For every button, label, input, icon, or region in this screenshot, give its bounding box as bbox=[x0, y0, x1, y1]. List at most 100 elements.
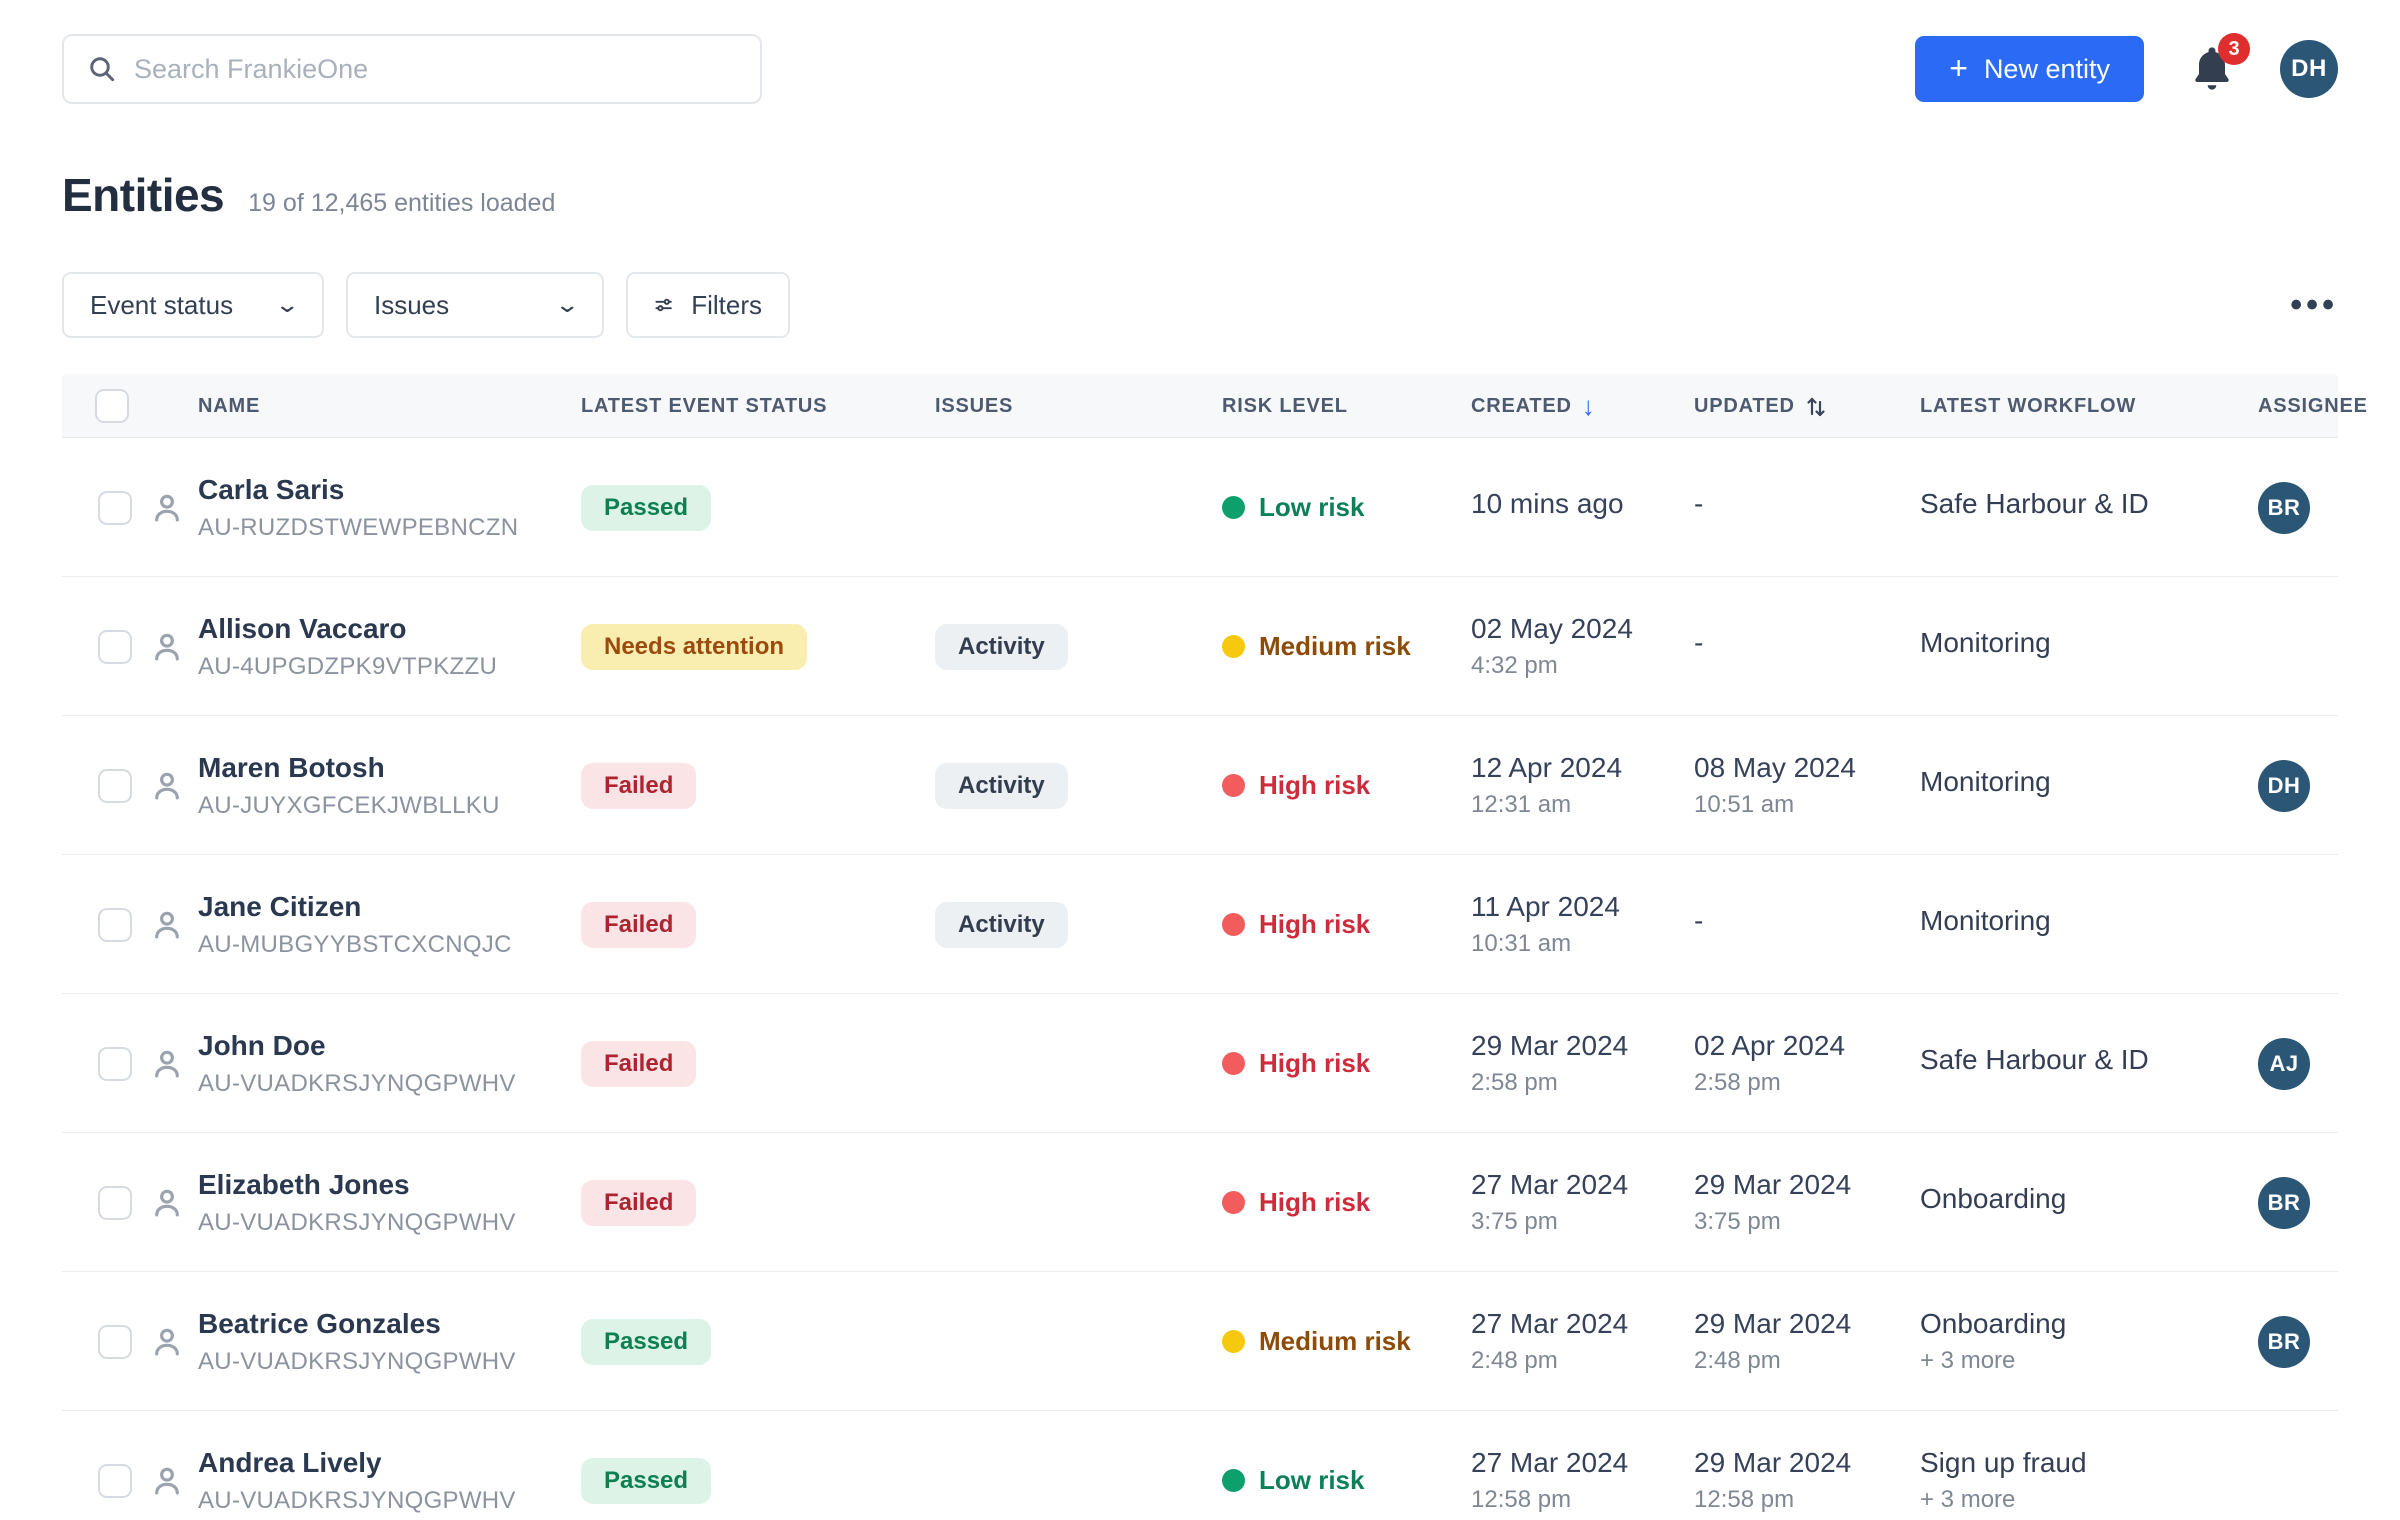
entity-name[interactable]: Jane Citizen bbox=[198, 891, 512, 923]
sort-both-icon[interactable] bbox=[1805, 394, 1827, 418]
risk-dot-icon bbox=[1222, 774, 1245, 797]
table-row[interactable]: Allison Vaccaro AU-4UPGDZPK9VTPKZZU Need… bbox=[62, 577, 2338, 716]
assignee-avatar[interactable]: BR bbox=[2258, 482, 2310, 534]
event-status-dropdown[interactable]: Event status ⌄ bbox=[62, 272, 324, 338]
created-date: 27 Mar 2024 bbox=[1471, 1308, 1628, 1340]
entity-id: AU-VUADKRSJYNQGPWHV bbox=[198, 1209, 516, 1237]
updated-date: 08 May 2024 bbox=[1694, 752, 1856, 784]
row-checkbox[interactable] bbox=[98, 908, 132, 942]
entity-name[interactable]: Allison Vaccaro bbox=[198, 613, 497, 645]
updated-cell: 29 Mar 2024 3:75 pm bbox=[1694, 1133, 1851, 1272]
updated-cell: - bbox=[1694, 855, 1703, 994]
issue-badge: Activity bbox=[935, 763, 1068, 809]
created-time: 12:58 pm bbox=[1471, 1486, 1628, 1514]
user-avatar[interactable]: DH bbox=[2280, 40, 2338, 98]
updated-date: 29 Mar 2024 bbox=[1694, 1308, 1851, 1340]
person-icon bbox=[148, 628, 186, 666]
entity-name[interactable]: Maren Botosh bbox=[198, 752, 500, 784]
event-status-badge: Failed bbox=[581, 763, 696, 809]
row-checkbox[interactable] bbox=[98, 1186, 132, 1220]
table-row[interactable]: Carla Saris AU-RUZDSTWEWPEBNCZN Passed L… bbox=[62, 438, 2338, 577]
row-checkbox[interactable] bbox=[98, 1325, 132, 1359]
person-icon bbox=[148, 906, 186, 944]
column-header-assignee[interactable]: ASSIGNEE bbox=[2258, 374, 2368, 438]
workflow-cell: Monitoring bbox=[1920, 577, 2051, 716]
entity-name[interactable]: Andrea Lively bbox=[198, 1447, 516, 1479]
updated-cell: 29 Mar 2024 2:48 pm bbox=[1694, 1272, 1851, 1411]
filters-button[interactable]: Filters bbox=[626, 272, 790, 338]
table-row[interactable]: Beatrice Gonzales AU-VUADKRSJYNQGPWHV Pa… bbox=[62, 1272, 2338, 1411]
row-checkbox[interactable] bbox=[98, 1047, 132, 1081]
risk-cell: High risk bbox=[1222, 994, 1370, 1133]
column-header-updated[interactable]: UPDATED bbox=[1694, 374, 1827, 438]
top-right-cluster: + New entity 3 DH bbox=[1915, 36, 2338, 102]
workflow-more: + 3 more bbox=[1920, 1347, 2066, 1375]
risk-cell: Low risk bbox=[1222, 1411, 1364, 1520]
risk-cell: High risk bbox=[1222, 855, 1370, 994]
created-time: 12:31 am bbox=[1471, 791, 1622, 819]
column-header-created[interactable]: CREATED ↓ bbox=[1471, 374, 1596, 438]
entity-name[interactable]: John Doe bbox=[198, 1030, 516, 1062]
updated-date: 02 Apr 2024 bbox=[1694, 1030, 1845, 1062]
entities-table: NAME LATEST EVENT STATUS ISSUES RISK LEV… bbox=[62, 374, 2338, 1520]
table-body: Carla Saris AU-RUZDSTWEWPEBNCZN Passed L… bbox=[62, 438, 2338, 1520]
more-options-button[interactable]: ••• bbox=[2290, 288, 2338, 322]
updated-time: 12:58 pm bbox=[1694, 1486, 1851, 1514]
notifications-button[interactable]: 3 bbox=[2186, 41, 2238, 97]
search-input[interactable] bbox=[134, 54, 738, 85]
issues-dropdown[interactable]: Issues ⌄ bbox=[346, 272, 604, 338]
workflow-name: Monitoring bbox=[1920, 627, 2051, 659]
table-row[interactable]: Elizabeth Jones AU-VUADKRSJYNQGPWHV Fail… bbox=[62, 1133, 2338, 1272]
table-row[interactable]: Andrea Lively AU-VUADKRSJYNQGPWHV Passed… bbox=[62, 1411, 2338, 1520]
search-box[interactable] bbox=[62, 34, 762, 104]
filters-label: Filters bbox=[691, 290, 762, 321]
column-header-workflow[interactable]: LATEST WORKFLOW bbox=[1920, 374, 2136, 438]
row-checkbox[interactable] bbox=[98, 491, 132, 525]
new-entity-button[interactable]: + New entity bbox=[1915, 36, 2144, 102]
table-row[interactable]: John Doe AU-VUADKRSJYNQGPWHV Failed High… bbox=[62, 994, 2338, 1133]
risk-dot-icon bbox=[1222, 1469, 1245, 1492]
sort-desc-icon[interactable]: ↓ bbox=[1582, 391, 1596, 422]
new-entity-label: New entity bbox=[1984, 54, 2110, 85]
issues-cell: Activity bbox=[935, 577, 1068, 716]
created-date: 27 Mar 2024 bbox=[1471, 1169, 1628, 1201]
updated-cell: 02 Apr 2024 2:58 pm bbox=[1694, 994, 1845, 1133]
assignee-avatar[interactable]: DH bbox=[2258, 760, 2310, 812]
select-all-checkbox[interactable] bbox=[95, 389, 129, 423]
top-bar: + New entity 3 DH bbox=[62, 34, 2338, 104]
entity-name[interactable]: Carla Saris bbox=[198, 474, 518, 506]
assignee-avatar[interactable]: BR bbox=[2258, 1316, 2310, 1368]
created-cell: 27 Mar 2024 12:58 pm bbox=[1471, 1411, 1628, 1520]
workflow-more: + 3 more bbox=[1920, 1486, 2087, 1514]
table-row[interactable]: Jane Citizen AU-MUBGYYBSTCXCNQJC Failed … bbox=[62, 855, 2338, 994]
risk-cell: High risk bbox=[1222, 1133, 1370, 1272]
created-cell: 27 Mar 2024 2:48 pm bbox=[1471, 1272, 1628, 1411]
updated-date: 29 Mar 2024 bbox=[1694, 1169, 1851, 1201]
updated-date: - bbox=[1694, 627, 1703, 659]
entity-id: AU-MUBGYYBSTCXCNQJC bbox=[198, 931, 512, 959]
workflow-cell: Safe Harbour & ID bbox=[1920, 994, 2149, 1133]
workflow-cell: Monitoring bbox=[1920, 855, 2051, 994]
workflow-name: Onboarding bbox=[1920, 1308, 2066, 1340]
column-header-risk[interactable]: RISK LEVEL bbox=[1222, 374, 1348, 438]
entity-name[interactable]: Elizabeth Jones bbox=[198, 1169, 516, 1201]
issues-cell: Activity bbox=[935, 716, 1068, 855]
row-checkbox[interactable] bbox=[98, 1464, 132, 1498]
created-date: 12 Apr 2024 bbox=[1471, 752, 1622, 784]
updated-time: 10:51 am bbox=[1694, 791, 1856, 819]
assignee-avatar[interactable]: BR bbox=[2258, 1177, 2310, 1229]
created-cell: 11 Apr 2024 10:31 am bbox=[1471, 855, 1620, 994]
assignee-avatar[interactable]: AJ bbox=[2258, 1038, 2310, 1090]
workflow-name: Monitoring bbox=[1920, 905, 2051, 937]
column-header-name[interactable]: NAME bbox=[198, 374, 260, 438]
column-header-issues[interactable]: ISSUES bbox=[935, 374, 1013, 438]
entity-name[interactable]: Beatrice Gonzales bbox=[198, 1308, 516, 1340]
risk-label: Medium risk bbox=[1259, 631, 1411, 662]
row-checkbox[interactable] bbox=[98, 630, 132, 664]
table-header: NAME LATEST EVENT STATUS ISSUES RISK LEV… bbox=[62, 374, 2338, 438]
column-header-status[interactable]: LATEST EVENT STATUS bbox=[581, 374, 827, 438]
table-row[interactable]: Maren Botosh AU-JUYXGFCEKJWBLLKU Failed … bbox=[62, 716, 2338, 855]
issues-cell: Activity bbox=[935, 855, 1068, 994]
notification-count-badge: 3 bbox=[2218, 33, 2250, 65]
row-checkbox[interactable] bbox=[98, 769, 132, 803]
